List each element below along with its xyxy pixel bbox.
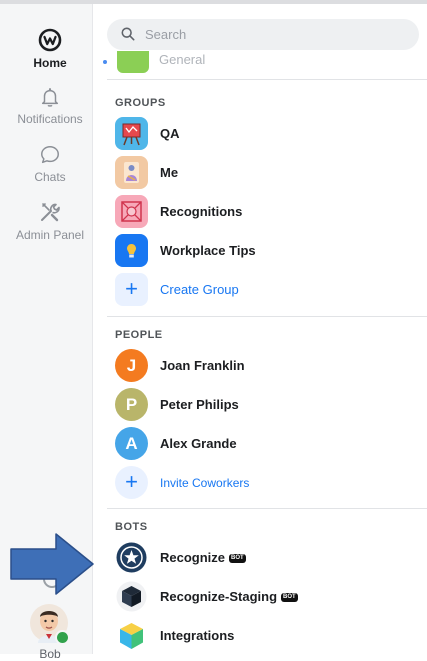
group-name: Recognitions <box>160 204 243 219</box>
person-icon <box>124 162 139 183</box>
group-item-recognitions[interactable]: Recognitions <box>115 195 415 229</box>
general-group-label[interactable]: General <box>159 52 205 66</box>
unread-dot <box>103 60 107 64</box>
sidebar-item-notifications[interactable]: Notifications <box>0 86 100 126</box>
person-name: Peter Philips <box>160 397 239 412</box>
plus-icon: + <box>115 273 148 306</box>
badge-icon <box>121 201 142 222</box>
easel-icon <box>122 123 141 146</box>
general-group-avatar[interactable] <box>117 51 149 73</box>
annotation-arrow-icon <box>10 533 94 595</box>
tools-icon <box>41 203 60 222</box>
group-item-me[interactable]: Me <box>115 156 415 190</box>
bot-name-text: Recognize <box>160 550 226 565</box>
cube-bot-icon <box>116 581 147 612</box>
workplace-tips-group-avatar <box>115 234 148 267</box>
person-avatar: J <box>115 349 148 382</box>
divider <box>107 79 427 80</box>
invite-coworkers-label: Invite Coworkers <box>160 476 250 490</box>
sidebar-label-home: Home <box>33 56 67 70</box>
sidebar-label-admin-panel: Admin Panel <box>15 228 85 242</box>
search-icon <box>121 27 135 41</box>
bot-name: Integrations <box>160 628 235 643</box>
group-name: Workplace Tips <box>160 243 256 258</box>
group-name: Me <box>160 165 179 180</box>
person-item-joan-franklin[interactable]: J Joan Franklin <box>115 349 415 383</box>
person-avatar: P <box>115 388 148 421</box>
divider <box>107 316 427 317</box>
plus-icon: + <box>115 466 148 499</box>
person-name: Joan Franklin <box>160 358 245 373</box>
divider <box>107 508 427 509</box>
lightbulb-icon <box>127 244 136 258</box>
groups-section-title: GROUPS <box>115 97 166 109</box>
integrations-cube-icon <box>120 623 143 649</box>
bot-item-integrations[interactable]: Integrations <box>115 619 415 653</box>
person-avatar: A <box>115 427 148 460</box>
invite-coworkers-button[interactable]: + Invite Coworkers <box>115 466 415 500</box>
bot-name: Recognize-Staging BOT <box>160 589 298 604</box>
sidebar-item-chats[interactable]: Chats <box>0 144 100 184</box>
create-group-label: Create Group <box>160 282 239 297</box>
bot-item-recognize[interactable]: Recognize BOT <box>115 541 415 575</box>
bot-name-text: Recognize-Staging <box>160 589 278 604</box>
bots-section-title: BOTS <box>115 521 148 533</box>
person-name: Alex Grande <box>160 436 237 451</box>
profile-name: Bob <box>39 647 61 661</box>
sidebar-item-home[interactable]: Home <box>0 28 100 70</box>
sidebar-label-notifications: Notifications <box>17 112 83 126</box>
group-item-qa[interactable]: QA <box>115 117 415 151</box>
group-name: QA <box>160 126 180 141</box>
people-section-title: PEOPLE <box>115 329 163 341</box>
bot-badge: BOT <box>229 554 246 563</box>
bot-badge: BOT <box>281 593 298 602</box>
bot-name: Recognize BOT <box>160 550 246 565</box>
online-status-indicator <box>55 630 70 645</box>
person-item-alex-grande[interactable]: A Alex Grande <box>115 427 415 461</box>
qa-group-avatar <box>115 117 148 150</box>
star-bot-icon <box>116 542 147 573</box>
me-group-avatar <box>115 156 148 189</box>
recognitions-group-avatar <box>115 195 148 228</box>
search-input[interactable]: Search <box>107 19 419 50</box>
sidebar-label-chats: Chats <box>34 170 66 184</box>
profile-avatar[interactable] <box>29 603 70 645</box>
create-group-button[interactable]: + Create Group <box>115 273 415 307</box>
bell-icon <box>41 88 59 107</box>
search-placeholder: Search <box>145 27 187 42</box>
main-list: Search General GROUPS QA Me Recognitions… <box>93 4 427 654</box>
group-item-workplace-tips[interactable]: Workplace Tips <box>115 234 415 268</box>
sidebar-item-admin-panel[interactable]: Admin Panel <box>0 200 100 242</box>
person-item-peter-philips[interactable]: P Peter Philips <box>115 388 415 422</box>
chat-bubble-icon <box>41 146 59 164</box>
workplace-logo-icon <box>38 28 62 52</box>
bot-item-recognize-staging[interactable]: Recognize-Staging BOT <box>115 580 415 614</box>
